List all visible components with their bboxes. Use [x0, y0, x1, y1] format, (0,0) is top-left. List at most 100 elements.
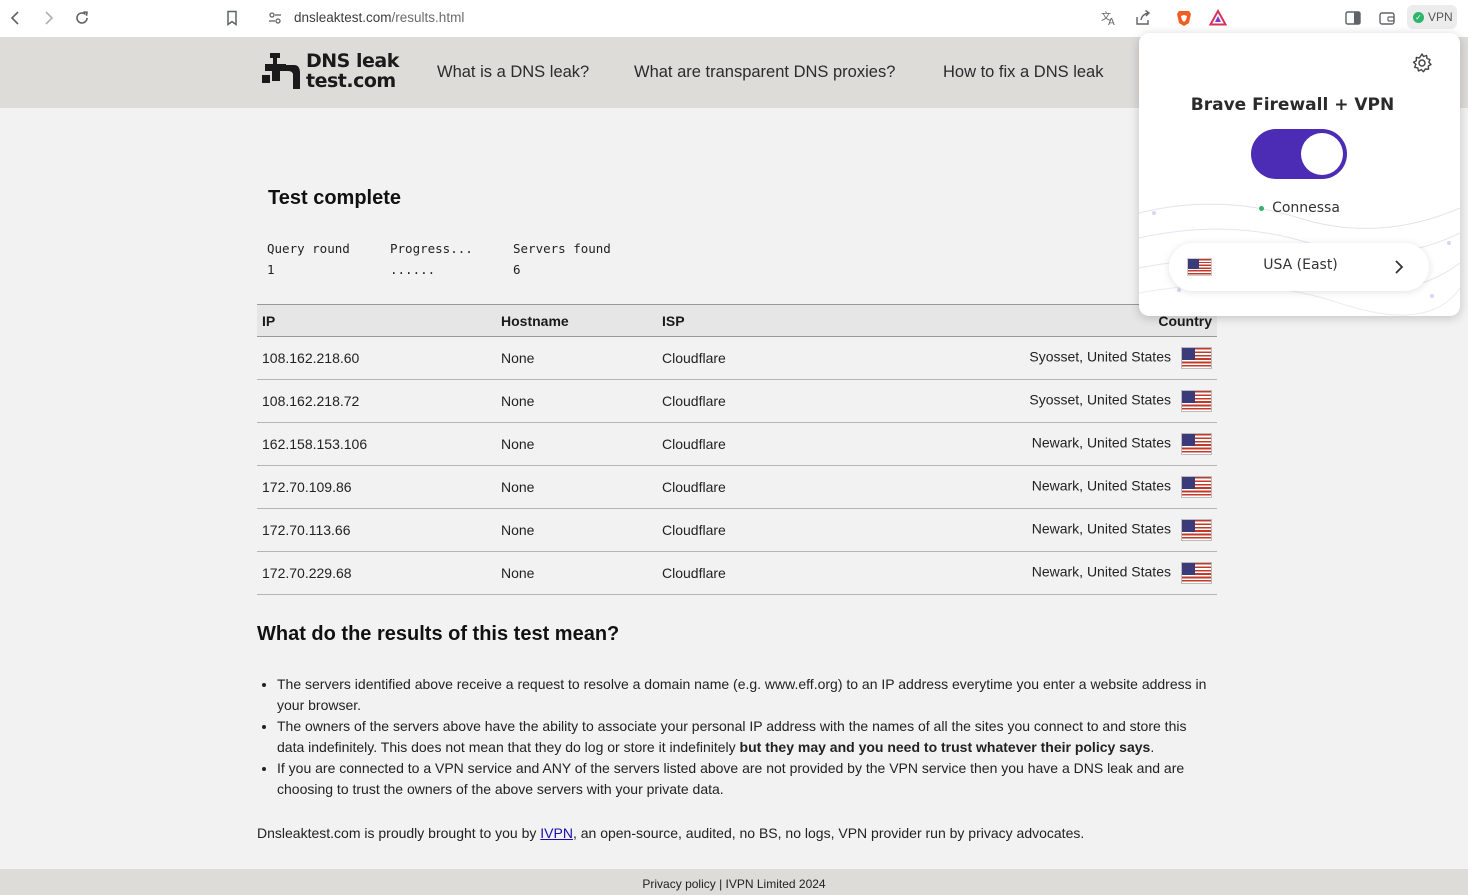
translate-icon[interactable]: 文A — [1095, 5, 1123, 31]
table-row: 172.70.229.68 None Cloudflare Newark, Un… — [257, 551, 1217, 595]
cell-ip: 162.158.153.106 — [257, 422, 496, 466]
logo-line-1: DNS leak — [306, 50, 399, 72]
cell-isp: Cloudflare — [657, 422, 857, 466]
explanation-list: The servers identified above receive a r… — [277, 674, 1217, 800]
popup-title: Brave Firewall + VPN — [1190, 95, 1395, 115]
cell-ip: 172.70.109.86 — [257, 465, 496, 509]
us-flag-icon — [1181, 390, 1212, 412]
table-row: 162.158.153.106 None Cloudflare Newark, … — [257, 422, 1217, 466]
country-text: Newark, United States — [1031, 434, 1171, 451]
country-text: Newark, United States — [1031, 477, 1171, 494]
nav-transparent-dns-proxies[interactable]: What are transparent DNS proxies? — [634, 63, 895, 82]
nav-how-to-fix[interactable]: How to fix a DNS leak — [943, 63, 1103, 82]
table-header-row: IP Hostname ISP Country — [257, 304, 1217, 337]
us-flag-icon — [1181, 519, 1212, 541]
cell-hostname: None — [496, 422, 657, 466]
column-header-isp: ISP — [657, 304, 857, 337]
cell-ip: 172.70.113.66 — [257, 508, 496, 552]
vpn-button[interactable]: ✓ VPN — [1407, 5, 1457, 29]
check-icon: ✓ — [1413, 11, 1424, 23]
cell-country: Newark, United States — [857, 465, 1217, 509]
results-table: IP Hostname ISP Country 108.162.218.60 N… — [257, 304, 1217, 595]
url-text: dnsleaktest.com/results.html — [294, 10, 465, 25]
faucet-icon — [262, 53, 300, 89]
cell-hostname: None — [496, 379, 657, 423]
column-header-ip: IP — [257, 304, 496, 337]
wallet-icon[interactable] — [1373, 5, 1401, 31]
table-row: 108.162.218.72 None Cloudflare Syosset, … — [257, 379, 1217, 423]
site-footer: Privacy policy | IVPN Limited 2024 — [0, 869, 1468, 895]
point2-end: . — [1150, 739, 1155, 755]
sponsor-text-before: Dnsleaktest.com is proudly brought to yo… — [257, 825, 541, 841]
us-flag-icon — [1181, 562, 1212, 584]
sponsor-text-after: , an open-source, audited, no BS, no log… — [572, 825, 1085, 841]
cell-hostname: None — [496, 465, 657, 509]
address-bar[interactable]: dnsleaktest.com/results.html 文A — [255, 4, 1235, 32]
cell-hostname: None — [496, 551, 657, 595]
country-text: Syosset, United States — [1029, 348, 1171, 365]
cell-isp: Cloudflare — [657, 551, 857, 595]
status-text: Connessa — [1272, 200, 1340, 216]
footer-text[interactable]: Privacy policy | IVPN Limited 2024 — [642, 877, 825, 891]
brave-shields-icon[interactable] — [1170, 5, 1198, 31]
bookmark-icon[interactable] — [218, 5, 246, 31]
ivpn-link[interactable]: IVPN — [540, 825, 573, 841]
test-status-title: Test complete — [268, 187, 401, 209]
cell-country: Newark, United States — [857, 551, 1217, 595]
cell-country: Syosset, United States — [857, 336, 1217, 380]
share-icon[interactable] — [1129, 5, 1157, 31]
list-item: The servers identified above receive a r… — [277, 674, 1217, 716]
table-row: 172.70.113.66 None Cloudflare Newark, Un… — [257, 508, 1217, 552]
cell-country: Newark, United States — [857, 508, 1217, 552]
site-settings-icon[interactable] — [261, 5, 289, 31]
list-item: If you are connected to a VPN service an… — [277, 758, 1217, 800]
chevron-right-icon — [1395, 260, 1404, 274]
servers-found-value: 6 — [513, 262, 521, 277]
brave-rewards-icon[interactable] — [1204, 5, 1232, 31]
toggle-knob — [1301, 133, 1343, 175]
point2-bold-text: but they may and you need to trust whate… — [739, 739, 1151, 755]
cell-country: Newark, United States — [857, 422, 1217, 466]
table-row: 172.70.109.86 None Cloudflare Newark, Un… — [257, 465, 1217, 509]
cell-isp: Cloudflare — [657, 465, 857, 509]
cell-isp: Cloudflare — [657, 508, 857, 552]
cell-country: Syosset, United States — [857, 379, 1217, 423]
list-item: The owners of the servers above have the… — [277, 716, 1217, 758]
vpn-toggle[interactable] — [1251, 129, 1347, 179]
connection-status: Connessa — [1139, 200, 1460, 216]
nav-what-is-dns-leak[interactable]: What is a DNS leak? — [437, 63, 589, 82]
us-flag-icon — [1181, 347, 1212, 369]
us-flag-icon — [1181, 433, 1212, 455]
country-text: Newark, United States — [1031, 520, 1171, 537]
column-header-hostname: Hostname — [496, 304, 657, 337]
settings-gear-icon[interactable] — [1411, 52, 1433, 74]
logo-line-2: test.com — [306, 70, 396, 92]
site-logo[interactable]: DNS leak test.com — [262, 51, 399, 91]
forward-icon[interactable] — [34, 5, 62, 31]
country-text: Newark, United States — [1031, 563, 1171, 580]
cell-hostname: None — [496, 508, 657, 552]
region-selector[interactable]: USA (East) — [1169, 243, 1429, 291]
cell-isp: Cloudflare — [657, 379, 857, 423]
query-round-label: Query round — [267, 241, 350, 256]
cell-isp: Cloudflare — [657, 336, 857, 380]
sidebar-icon[interactable] — [1339, 5, 1367, 31]
us-flag-icon — [1181, 476, 1212, 498]
table-row: 108.162.218.60 None Cloudflare Syosset, … — [257, 336, 1217, 380]
svg-text:A: A — [1108, 17, 1115, 27]
reload-icon[interactable] — [68, 5, 96, 31]
cell-hostname: None — [496, 336, 657, 380]
query-round-value: 1 — [267, 262, 275, 277]
vpn-popup: Brave Firewall + VPN Connessa USA (East) — [1139, 33, 1460, 316]
cell-ip: 108.162.218.60 — [257, 336, 496, 380]
progress-label: Progress... — [390, 241, 473, 256]
status-dot-icon — [1259, 205, 1265, 211]
cell-ip: 172.70.229.68 — [257, 551, 496, 595]
country-text: Syosset, United States — [1029, 391, 1171, 408]
servers-found-label: Servers found — [513, 241, 611, 256]
cell-ip: 108.162.218.72 — [257, 379, 496, 423]
progress-value: ...... — [390, 262, 436, 277]
sponsor-note: Dnsleaktest.com is proudly brought to yo… — [257, 825, 1084, 841]
back-icon[interactable] — [2, 5, 30, 31]
vpn-label: VPN — [1428, 10, 1453, 24]
